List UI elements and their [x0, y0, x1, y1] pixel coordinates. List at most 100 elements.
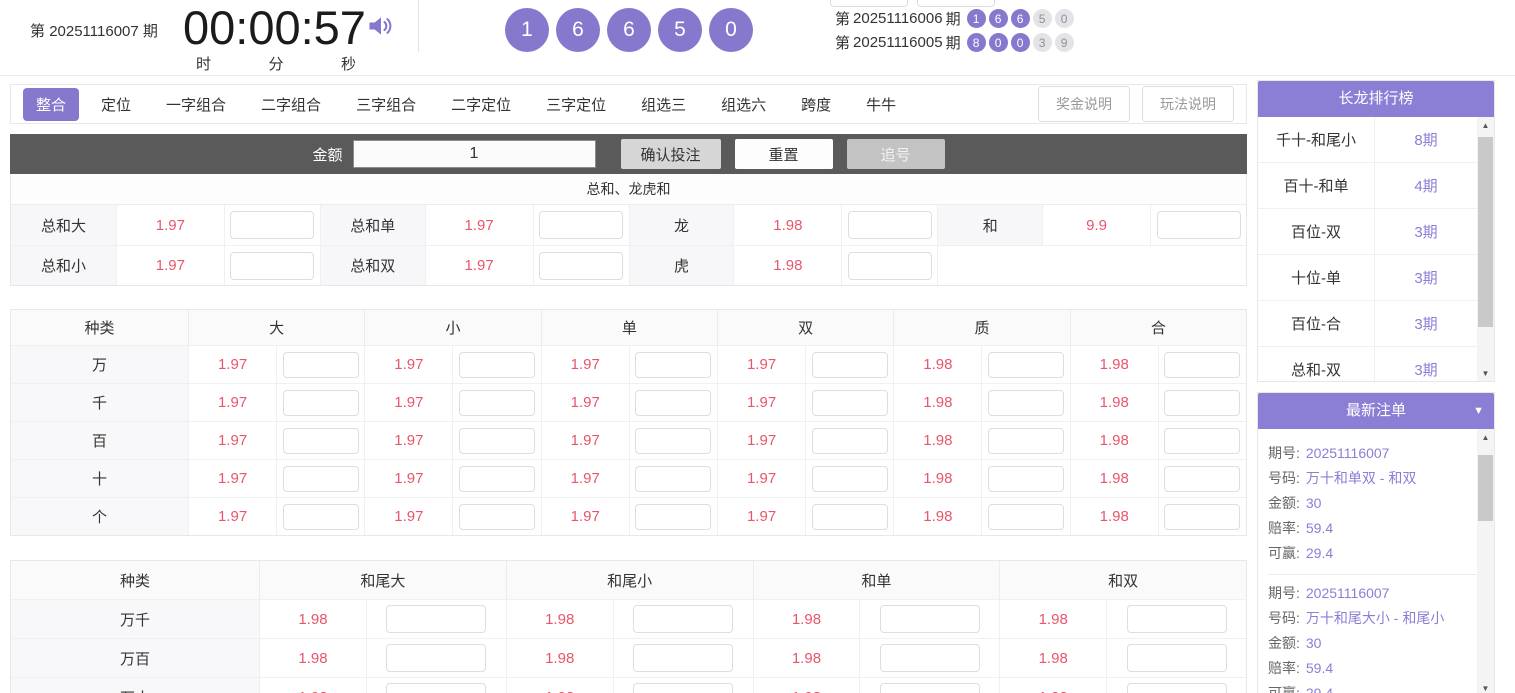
odds-value[interactable]: 1.97	[540, 345, 629, 383]
tab-sanzi-zuhe[interactable]: 三字组合	[343, 88, 429, 121]
bet-input[interactable]	[1126, 683, 1227, 693]
scroll-down-icon[interactable]: ▼	[1477, 365, 1494, 381]
scrollbar-thumb[interactable]	[1478, 137, 1493, 327]
odds-value[interactable]: 1.98	[259, 677, 366, 693]
bet-input[interactable]	[459, 427, 536, 454]
confirm-bet-button[interactable]: 确认投注	[620, 139, 721, 169]
odds-value[interactable]: 1.97	[364, 383, 453, 421]
bet-input[interactable]	[282, 351, 359, 378]
bet-input[interactable]	[459, 389, 536, 416]
bet-input[interactable]	[811, 351, 888, 378]
odds-value[interactable]: 1.97	[188, 383, 277, 421]
odds-value[interactable]: 1.98	[1069, 497, 1158, 535]
bet-input[interactable]	[633, 605, 734, 633]
tab-erzi-zuhe[interactable]: 二字组合	[248, 88, 334, 121]
bet-input[interactable]	[1126, 605, 1227, 633]
bet-input[interactable]	[1164, 389, 1241, 416]
bet-input[interactable]	[635, 465, 712, 492]
bet-input[interactable]	[282, 389, 359, 416]
bet-input[interactable]	[459, 465, 536, 492]
bet-input[interactable]	[230, 251, 315, 280]
tab-yizi-zuhe[interactable]: 一字组合	[153, 88, 239, 121]
speaker-icon[interactable]	[366, 11, 396, 41]
tab-erzi-dingwei[interactable]: 二字定位	[438, 88, 524, 121]
odds-value[interactable]: 1.97	[716, 383, 806, 421]
bet-input[interactable]	[459, 351, 536, 378]
bet-input[interactable]	[811, 465, 888, 492]
cutoff-button[interactable]	[917, 0, 995, 7]
bet-input[interactable]	[635, 351, 712, 378]
odds-value[interactable]: 1.98	[752, 638, 860, 677]
odds-value[interactable]: 1.98	[1069, 459, 1158, 497]
tab-zuxuan-liu[interactable]: 组选六	[708, 88, 779, 121]
odds-value[interactable]: 1.98	[893, 497, 982, 535]
tab-zhenghe[interactable]: 整合	[23, 87, 80, 121]
odds-value[interactable]: 1.97	[364, 459, 453, 497]
odds-value[interactable]: 1.97	[540, 421, 629, 459]
odds-value[interactable]: 1.98	[893, 459, 982, 497]
bet-input[interactable]	[386, 683, 487, 693]
scrollbar-thumb[interactable]	[1478, 455, 1493, 521]
odds-value[interactable]: 1.97	[716, 497, 806, 535]
tab-kuadu[interactable]: 跨度	[788, 88, 844, 121]
bet-input[interactable]	[386, 605, 487, 633]
bet-input[interactable]	[282, 503, 359, 530]
odds-value[interactable]: 1.97	[188, 345, 277, 383]
bet-input[interactable]	[459, 503, 536, 530]
cutoff-button[interactable]	[830, 0, 908, 7]
bet-input[interactable]	[1164, 351, 1241, 378]
odds-value[interactable]: 1.97	[716, 345, 806, 383]
odds-value[interactable]: 1.97	[540, 497, 629, 535]
odds-value[interactable]: 1.97	[115, 245, 224, 285]
odds-value[interactable]: 1.97	[188, 497, 277, 535]
bet-input[interactable]	[386, 644, 487, 672]
bet-input[interactable]	[988, 503, 1065, 530]
bet-input[interactable]	[1126, 644, 1227, 672]
bet-input[interactable]	[633, 644, 734, 672]
bet-input[interactable]	[1156, 211, 1241, 239]
odds-value[interactable]: 1.98	[752, 599, 860, 638]
bet-input[interactable]	[879, 644, 980, 672]
odds-value[interactable]: 1.98	[999, 677, 1107, 693]
amount-input[interactable]	[352, 140, 596, 168]
bet-input[interactable]	[879, 683, 980, 693]
scroll-up-icon[interactable]: ▲	[1477, 429, 1494, 445]
odds-value[interactable]: 1.98	[1069, 421, 1158, 459]
bonus-help-button[interactable]: 奖金说明	[1038, 86, 1130, 122]
odds-value[interactable]: 1.97	[364, 497, 453, 535]
chase-number-button[interactable]: 追号	[846, 139, 945, 169]
bet-input[interactable]	[1164, 427, 1241, 454]
odds-value[interactable]: 1.97	[364, 421, 453, 459]
odds-value[interactable]: 1.98	[752, 677, 860, 693]
bet-input[interactable]	[988, 427, 1065, 454]
odds-value[interactable]: 1.98	[893, 383, 982, 421]
odds-value[interactable]: 1.98	[259, 638, 366, 677]
odds-value[interactable]: 1.97	[188, 459, 277, 497]
bet-input[interactable]	[847, 211, 932, 239]
bet-input[interactable]	[811, 503, 888, 530]
odds-value[interactable]: 1.98	[259, 599, 366, 638]
odds-value[interactable]: 1.97	[716, 421, 806, 459]
odds-value[interactable]: 9.9	[1042, 205, 1150, 245]
bet-input[interactable]	[847, 251, 932, 280]
bet-input[interactable]	[988, 465, 1065, 492]
scroll-up-icon[interactable]: ▲	[1477, 117, 1494, 133]
odds-value[interactable]: 1.98	[893, 421, 982, 459]
odds-value[interactable]: 1.97	[424, 245, 533, 285]
bet-input[interactable]	[282, 465, 359, 492]
odds-value[interactable]: 1.98	[733, 205, 841, 245]
dragon-scrollbar[interactable]: ▲ ▼	[1477, 117, 1494, 381]
bet-input[interactable]	[633, 683, 734, 693]
collapse-arrow-icon[interactable]: ▼	[1473, 393, 1484, 429]
bet-input[interactable]	[988, 351, 1065, 378]
odds-value[interactable]: 1.98	[505, 677, 613, 693]
bet-input[interactable]	[539, 211, 624, 239]
bet-input[interactable]	[539, 251, 624, 280]
odds-value[interactable]: 1.98	[1069, 383, 1158, 421]
play-help-button[interactable]: 玩法说明	[1142, 86, 1234, 122]
bet-input[interactable]	[635, 389, 712, 416]
odds-value[interactable]: 1.98	[505, 599, 613, 638]
tab-zuxuan-san[interactable]: 组选三	[628, 88, 699, 121]
odds-value[interactable]: 1.97	[364, 345, 453, 383]
bet-input[interactable]	[988, 389, 1065, 416]
